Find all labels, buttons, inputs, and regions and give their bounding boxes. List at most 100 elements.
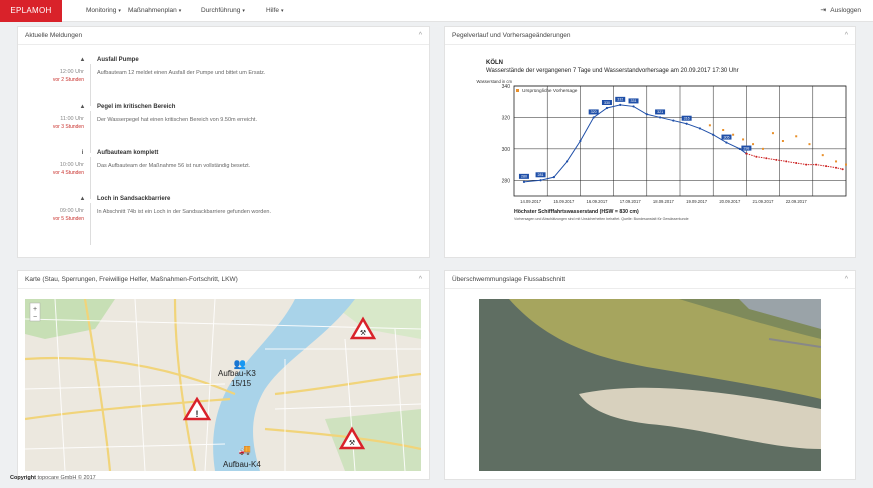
- y-axis-label: Wasserstand in cm: [477, 79, 513, 84]
- photo-panel-title: Überschwemmungslage Flussabschnitt: [452, 276, 566, 283]
- original-forecast-point: [845, 163, 847, 166]
- nav-monitoring[interactable]: Monitoring ▾: [86, 0, 121, 22]
- x-tick-label: 21.09.2017: [753, 199, 775, 204]
- data-label: 316: [684, 117, 690, 121]
- measured-point: [552, 176, 555, 179]
- measured-point: [579, 139, 582, 143]
- x-tick-label: 17.09.2017: [620, 199, 642, 204]
- x-tick-label: 22.09.2017: [786, 199, 808, 204]
- timeline-line: [90, 157, 91, 199]
- collapse-chevron-icon[interactable]: ^: [845, 27, 848, 45]
- measured-point: [645, 113, 648, 116]
- measured-point: [605, 106, 609, 110]
- nav-massnahmenplan[interactable]: Maßnahmenplan ▾: [128, 0, 181, 22]
- caret-down-icon: ▾: [281, 8, 284, 14]
- nav-hilfe-label: Hilfe: [266, 7, 280, 14]
- message-title: Aufbauteam komplett: [97, 150, 159, 156]
- timeline-line: [90, 203, 91, 245]
- zoom-in-icon[interactable]: +: [33, 306, 37, 313]
- data-label: 320: [591, 110, 597, 114]
- chart-footnote: Höchster Schifffahrtswasserstand (HSW = …: [514, 209, 639, 215]
- nav-durchfuehrung-label: Durchführung: [201, 7, 241, 14]
- messages-panel: Aktuelle Meldungen ^ 12:00 Uhr vor 2 Stu…: [17, 26, 430, 258]
- photo-svg: [479, 299, 821, 471]
- chart-panel-title: Pegelverlauf und Vorhersageänderungen: [452, 32, 571, 39]
- forecast-point: [765, 157, 768, 160]
- flood-aerial-photo: [479, 299, 821, 471]
- svg-text:⚒: ⚒: [349, 439, 355, 447]
- city-map[interactable]: + − ! ⚒ ⚒ 👥 🚚 Aufbau-K3 15/15 Aufbau-K4: [25, 299, 421, 471]
- logout-label: Ausloggen: [830, 7, 861, 14]
- measured-point: [698, 127, 702, 130]
- brand-logo[interactable]: EPLAMOH: [0, 0, 62, 22]
- map-panel-title: Karte (Stau, Sperrungen, Freiwillige Hel…: [25, 276, 238, 283]
- collapse-chevron-icon[interactable]: ^: [419, 271, 422, 289]
- message-item[interactable]: 11:00 Uhr vor 3 Stunden ▲ Pegel im kriti…: [18, 103, 418, 153]
- forecast-point: [785, 160, 788, 163]
- map-label: Aufbau-K4: [223, 460, 261, 469]
- original-forecast-point: [762, 147, 764, 150]
- chart-footnote-small: Vorhersagen und Abschätzungen sind mit U…: [514, 217, 689, 221]
- logout-icon: ⇥: [820, 7, 827, 14]
- legend-label: Ursprüngliche Vorhersage: [522, 88, 578, 94]
- legend-marker: [516, 89, 519, 92]
- warning-icon: ▲: [79, 196, 86, 202]
- logout-button[interactable]: ⇥ Ausloggen: [820, 0, 861, 22]
- top-navbar: EPLAMOH Monitoring ▾ Maßnahmenplan ▾ Durch…: [0, 0, 873, 22]
- svg-text:!: !: [196, 409, 199, 419]
- x-tick-label: 14.09.2017: [520, 199, 542, 204]
- original-forecast-point: [722, 129, 725, 131]
- messages-panel-title: Aktuelle Meldungen: [25, 32, 83, 39]
- message-time: 11:00 Uhr: [60, 116, 84, 122]
- nav-durchfuehrung[interactable]: Durchführung ▾: [201, 0, 245, 22]
- zoom-out-icon[interactable]: −: [33, 314, 37, 321]
- footer-company: topocare GmbH © 2017: [37, 475, 96, 481]
- original-forecast-point: [821, 154, 824, 157]
- svg-text:⚒: ⚒: [360, 329, 366, 337]
- measured-point: [632, 105, 635, 108]
- x-tick-label: 16.09.2017: [587, 199, 609, 204]
- collapse-chevron-icon[interactable]: ^: [419, 27, 422, 45]
- message-item[interactable]: 09:00 Uhr vor 5 Stunden ▲ Loch in Sandsa…: [18, 195, 418, 245]
- original-forecast-point: [732, 133, 735, 136]
- original-forecast-point: [742, 138, 745, 141]
- messages-panel-header: Aktuelle Meldungen ^: [18, 27, 429, 45]
- message-time: 10:00 Uhr: [59, 162, 84, 168]
- measured-point: [658, 116, 662, 119]
- nav-hilfe[interactable]: Hilfe ▾: [266, 0, 284, 22]
- map-label: 15/15: [231, 379, 252, 388]
- caret-down-icon: ▾: [242, 8, 245, 14]
- measured-point: [725, 141, 728, 144]
- message-time: 12:00 Uhr: [59, 69, 84, 75]
- collapse-chevron-icon[interactable]: ^: [845, 271, 848, 289]
- warning-icon: ▲: [79, 104, 86, 110]
- warning-icon: ▲: [79, 57, 86, 63]
- message-title: Ausfall Pumpe: [97, 57, 139, 63]
- measured-point: [672, 119, 675, 122]
- message-text: Der Wasserpegel hat einen kritischen Ber…: [97, 117, 257, 123]
- data-label: 305: [723, 135, 729, 139]
- y-tick-label: 320: [502, 115, 511, 121]
- forecast-point: [805, 163, 808, 166]
- timeline-line: [90, 64, 91, 106]
- message-item[interactable]: 12:00 Uhr vor 2 Stunden ▲ Ausfall Pumpe …: [18, 56, 418, 106]
- forecast-point: [795, 162, 798, 164]
- data-label: 321: [657, 110, 663, 114]
- message-item[interactable]: 10:00 Uhr vor 4 Stunden i Aufbauteam kom…: [18, 149, 418, 199]
- data-label: 331: [631, 99, 637, 103]
- measured-point: [712, 133, 715, 136]
- measured-point: [522, 180, 526, 183]
- truck-icon[interactable]: 🚚: [239, 445, 251, 456]
- photo-panel-header: Überschwemmungslage Flussabschnitt ^: [445, 271, 855, 289]
- y-tick-label: 300: [502, 147, 511, 153]
- original-forecast-point: [835, 160, 838, 163]
- footer-copyright-label: Copyright: [10, 475, 36, 481]
- measured-point: [539, 179, 542, 182]
- caret-down-icon: ▾: [178, 8, 182, 14]
- message-text: Das Aufbauteam der Maßnahme 56 ist nun v…: [97, 163, 251, 169]
- data-label: 281: [538, 173, 544, 177]
- data-label: 298: [743, 146, 749, 150]
- original-forecast-point: [771, 132, 774, 135]
- map-svg: + − ! ⚒ ⚒ 👥 🚚: [25, 299, 421, 471]
- message-title: Pegel im kritischen Bereich: [97, 104, 176, 110]
